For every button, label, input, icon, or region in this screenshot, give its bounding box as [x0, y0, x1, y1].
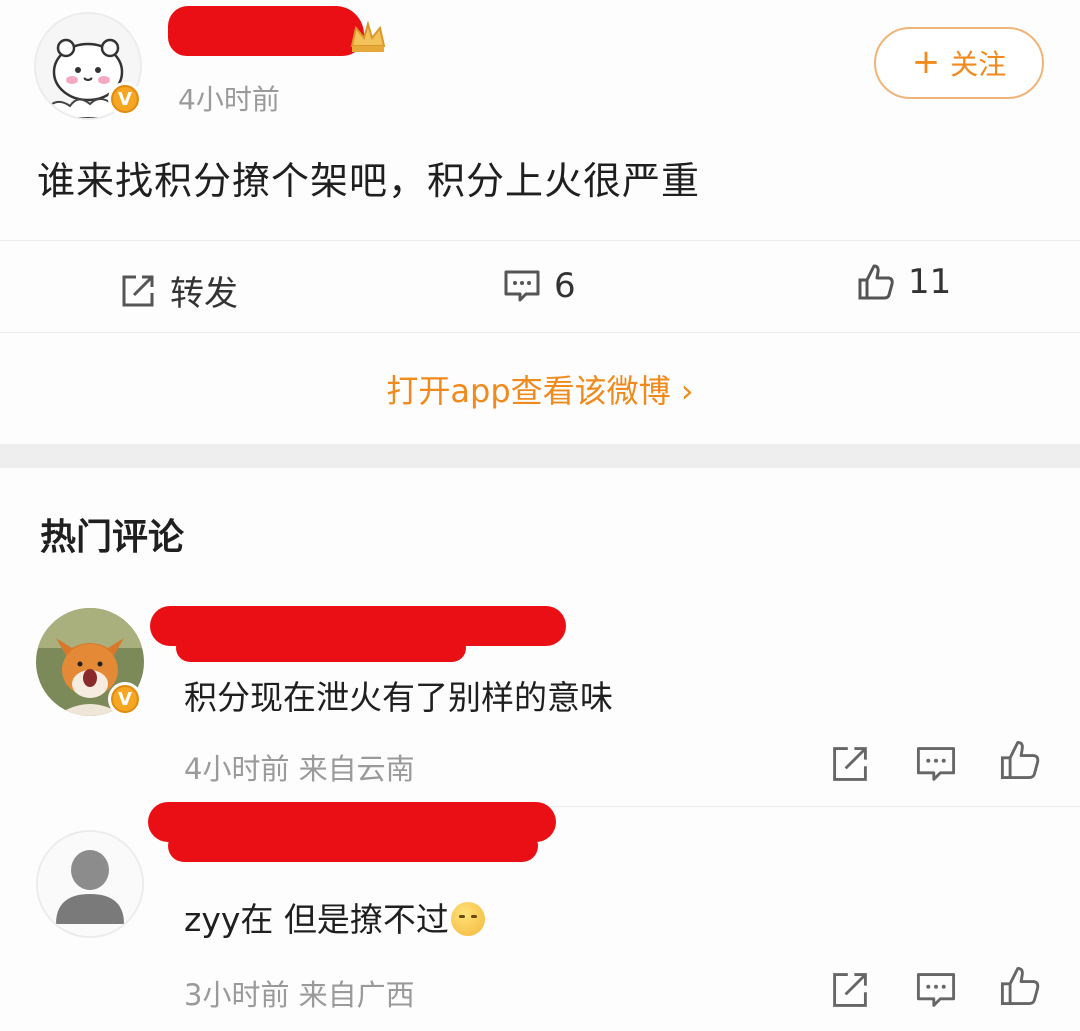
like-count: 11 — [908, 262, 952, 302]
comment-text-content: zyy在 但是撩不过 — [184, 900, 449, 939]
comment-meta: 3小时前 来自广西 — [184, 978, 415, 1012]
comment-icon[interactable] — [914, 742, 958, 786]
like-icon — [858, 264, 894, 300]
default-user-icon — [38, 832, 142, 936]
comment-text: zyy在 但是撩不过 — [184, 893, 485, 941]
comment-icon — [504, 270, 540, 302]
plus-icon: + — [911, 41, 941, 82]
section-separator — [0, 444, 1080, 468]
verified-badge-icon: V — [108, 682, 142, 716]
divider — [0, 332, 1080, 333]
like-icon[interactable] — [998, 738, 1042, 782]
repost-label: 转发 — [170, 274, 238, 314]
like-button[interactable]: 11 — [856, 262, 951, 302]
redacted-username — [168, 830, 538, 862]
comment-button[interactable]: 6 — [502, 266, 576, 306]
repost-icon[interactable] — [828, 742, 872, 786]
redacted-username — [176, 634, 466, 662]
comment-count: 6 — [554, 266, 576, 306]
open-app-link[interactable]: 打开app查看该微博 › — [0, 366, 1080, 412]
verified-badge-icon: V — [108, 82, 142, 116]
repost-icon[interactable] — [828, 968, 872, 1012]
repost-button[interactable]: 转发 — [118, 266, 238, 315]
follow-label: 关注 — [950, 48, 1007, 81]
crown-icon — [350, 20, 386, 52]
follow-button[interactable]: + 关注 — [874, 27, 1044, 99]
comment-meta: 4小时前 来自云南 — [184, 752, 415, 786]
comment-text: 积分现在泄火有了别样的意味 — [184, 678, 613, 717]
post-text: 谁来找积分撩个架吧，积分上火很严重 — [37, 159, 701, 203]
hot-comments-title: 热门评论 — [40, 517, 185, 558]
redacted-username — [168, 6, 364, 56]
like-icon[interactable] — [998, 964, 1042, 1008]
comment-icon[interactable] — [914, 968, 958, 1012]
flushed-face-emoji-icon — [450, 902, 485, 936]
divider — [0, 240, 1080, 241]
post-time: 4小时前 — [178, 83, 280, 116]
repost-icon — [122, 275, 154, 306]
comment-avatar[interactable] — [36, 830, 144, 938]
